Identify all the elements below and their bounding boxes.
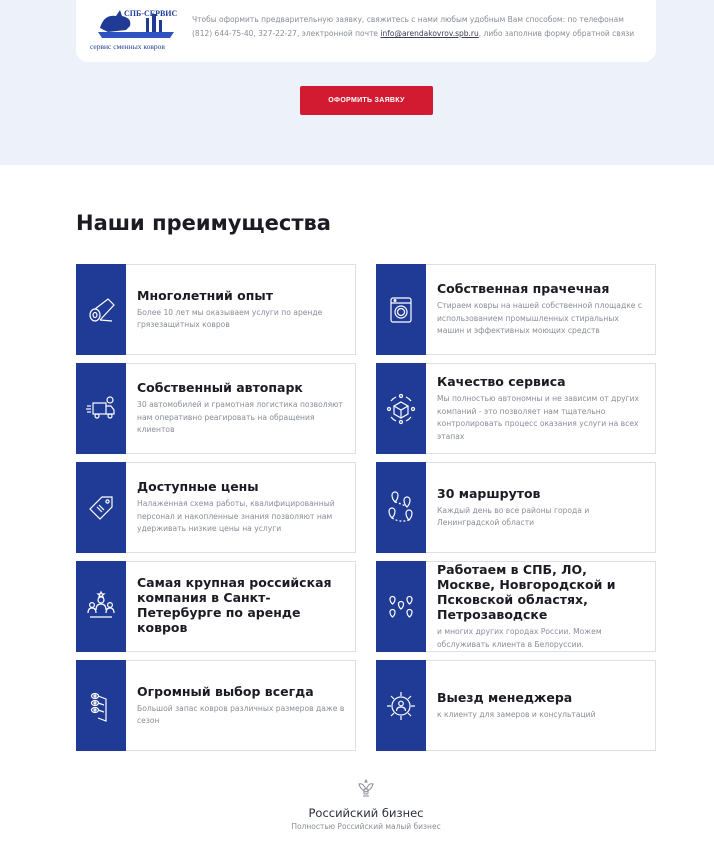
advantage-card: Самая крупная российская компания в Санк…	[76, 561, 356, 652]
advantage-card: Собственный автопарк 30 автомобилей и гр…	[76, 363, 356, 454]
company-logo: СПБ-СЕРВИС сервис сменных ковров	[90, 9, 178, 51]
logo-top-text: СПБ-СЕРВИС	[124, 9, 178, 18]
advantage-title: Доступные цены	[137, 479, 259, 495]
advantage-title: Работаем в СПБ, ЛО, Москве, Новгородской…	[437, 562, 616, 622]
email-link[interactable]: info@arendakovrov.spb.ru	[380, 29, 478, 38]
advantage-card: Многолетний опыт Более 10 лет мы оказыва…	[76, 264, 356, 355]
footer-title: Российский бизнес	[308, 806, 424, 820]
advantage-card: Огромный выбор всегда Большой запас ковр…	[76, 660, 356, 751]
team-icon	[87, 590, 115, 618]
advantage-card: Работаем в СПБ, ЛО, Москве, Новгородской…	[376, 561, 656, 652]
contact-section: СПБ-СЕРВИС сервис сменных ковров Чтобы о…	[0, 0, 714, 165]
advantage-desc: Стираем ковры на нашей собственной площа…	[437, 301, 643, 336]
logo-bottom-text: сервис сменных ковров	[90, 42, 165, 51]
advantage-title: Самая крупная российская компания в Санк…	[137, 574, 332, 635]
advantage-card: Выезд менеджера к клиенту для замеров и …	[376, 660, 656, 751]
advantage-desc: к клиенту для замеров и консультаций	[437, 709, 596, 719]
advantage-desc: 30 автомобилей и грамотная логистика поз…	[137, 400, 343, 435]
contact-card: СПБ-СЕРВИС сервис сменных ковров Чтобы о…	[76, 0, 656, 62]
carpet-stack-icon	[90, 692, 107, 722]
advantage-desc: и многих других городах России. Можем об…	[437, 627, 602, 649]
washing-machine-icon	[390, 296, 412, 323]
quality-box-icon	[386, 393, 416, 424]
contact-text-after: , либо заполнив форму обратной связи	[478, 29, 635, 38]
route-map-icon	[388, 490, 413, 522]
contact-text: Чтобы оформить предварительную заявку, с…	[192, 13, 640, 41]
advantage-desc: Мы полностью автономны и не зависим от д…	[437, 394, 640, 441]
advantage-card: 30 маршрутов Каждый день во все районы г…	[376, 462, 656, 553]
advantage-title: Собственная прачечная	[437, 281, 610, 297]
advantage-title: Выезд менеджера	[437, 689, 573, 705]
footer-subtitle: Полностью Российский малый бизнес	[291, 822, 441, 831]
advantage-desc: Налаженная схема работы, квалифицированн…	[137, 499, 335, 534]
advantage-title: Качество сервиса	[437, 374, 566, 389]
carpet-roll-icon	[89, 297, 115, 322]
advantage-card: Качество сервиса Мы полностью автономны …	[376, 363, 656, 454]
advantage-title: Огромный выбор всегда	[137, 683, 314, 699]
delivery-truck-icon	[86, 395, 115, 419]
location-pins-icon	[389, 595, 413, 618]
advantage-desc: Большой запас ковров различных размеров …	[137, 703, 345, 726]
advantage-title: 30 маршрутов	[437, 485, 541, 501]
price-tag-icon	[89, 495, 113, 520]
advantage-card: Доступные цены Налаженная схема работы, …	[76, 462, 356, 553]
advantage-desc: Более 10 лет мы оказываем услуги по арен…	[137, 307, 323, 330]
advantages-title: Наши преимущества	[76, 211, 331, 235]
advantage-title: Многолетний опыт	[137, 287, 273, 303]
advantage-title: Собственный автопарк	[137, 380, 303, 396]
advantage-desc: Каждый день во все районы города и Ленин…	[437, 505, 590, 528]
advantage-card: Собственная прачечная Стираем ковры на н…	[376, 264, 656, 355]
emblem-icon	[358, 778, 374, 797]
order-button[interactable]: ОФОРМИТЬ ЗАЯВКУ	[300, 86, 433, 115]
gear-person-icon	[387, 691, 415, 720]
